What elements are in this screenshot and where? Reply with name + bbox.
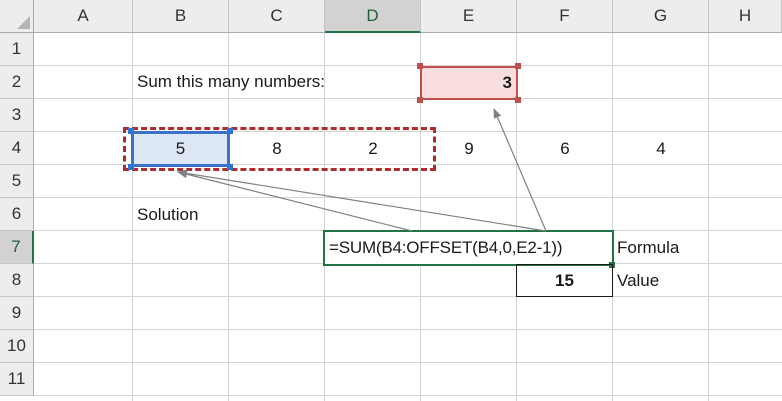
range-handle[interactable] [515,63,521,69]
row-header-5[interactable]: 5 [0,165,34,198]
column-header-h[interactable]: H [709,0,782,33]
column-header-c[interactable]: C [229,0,325,33]
row-header-11[interactable]: 11 [0,363,34,396]
cell-f8-value[interactable]: 15 [516,264,613,297]
cell-d4[interactable]: 2 [325,132,421,165]
column-header-a[interactable]: A [34,0,133,33]
precedent-arrow-e2 [493,108,547,232]
row-header-4[interactable]: 4 [0,132,34,165]
spreadsheet-grid: A B C D E F G H 1 2 3 4 5 6 7 8 9 10 11 … [0,0,782,401]
row-header-7[interactable]: 7 [0,231,34,264]
row-header-3[interactable]: 3 [0,99,34,132]
cell-g7-label[interactable]: Formula [613,231,709,264]
row-header-9[interactable]: 9 [0,297,34,330]
cell-g4[interactable]: 4 [613,132,709,165]
range-handle[interactable] [128,164,134,170]
cell-c4[interactable]: 8 [229,132,325,165]
column-header-b[interactable]: B [133,0,229,33]
cell-e2-count-input[interactable]: 3 [420,66,518,100]
gridline [612,33,613,401]
column-header-e[interactable]: E [421,0,517,33]
cell-d7-formula[interactable]: =SUM(B4:OFFSET(B4,0,E2-1)) [323,230,614,266]
range-handle[interactable] [515,97,521,103]
precedent-arrow-b4 [177,169,547,232]
gridline [34,395,782,396]
gridline [34,362,782,363]
row-header-10[interactable]: 10 [0,330,34,363]
cell-g8-label[interactable]: Value [613,264,709,297]
gridline [708,33,709,401]
cell-f4[interactable]: 6 [517,132,613,165]
column-header-d[interactable]: D [325,0,421,33]
cell-b6-label[interactable]: Solution [133,198,229,231]
trace-precedents-arrows [177,108,547,232]
gridline [34,329,782,330]
row-header-6[interactable]: 6 [0,198,34,231]
select-all-corner[interactable] [0,0,34,33]
range-handle[interactable] [417,63,423,69]
range-handle[interactable] [128,128,134,134]
row-header-8[interactable]: 8 [0,264,34,297]
row-header-2[interactable]: 2 [0,66,34,99]
column-header-g[interactable]: G [613,0,709,33]
cell-e4[interactable]: 9 [421,132,517,165]
cell-b2-label[interactable]: Sum this many numbers: [133,66,421,98]
column-header-f[interactable]: F [517,0,613,33]
select-all-triangle-icon [17,16,30,29]
gridline [34,98,782,99]
range-handle[interactable] [417,97,423,103]
cell-b4[interactable]: 5 [131,131,230,167]
row-header-1[interactable]: 1 [0,33,34,66]
